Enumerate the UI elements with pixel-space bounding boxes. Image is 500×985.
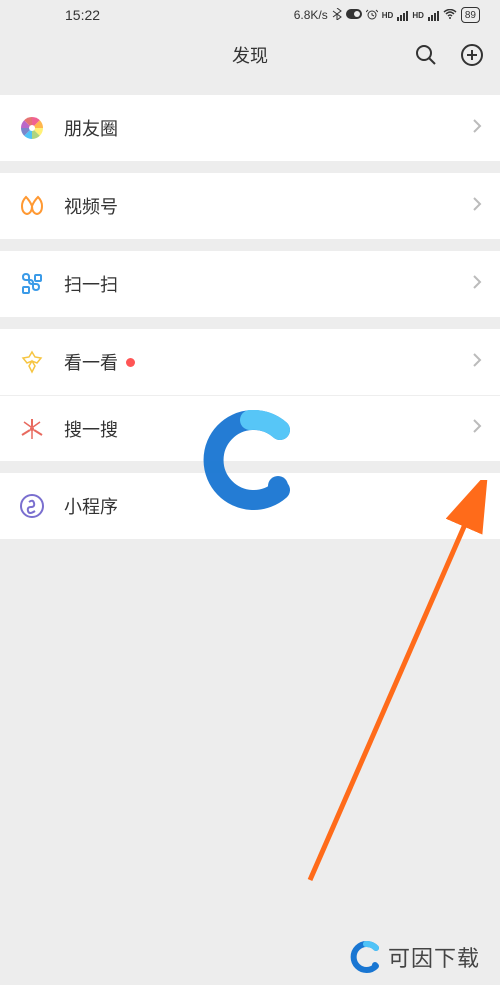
- watermark-logo: [200, 410, 300, 510]
- menu-item-moments[interactable]: 朋友圈: [0, 95, 500, 161]
- search-discover-icon: [18, 415, 46, 443]
- footer-text: 可因下载: [388, 941, 480, 973]
- menu-item-channels[interactable]: 视频号: [0, 173, 500, 239]
- menu-item-scan[interactable]: 扫一扫: [0, 251, 500, 317]
- hd-icon: HD: [382, 11, 394, 20]
- wifi-icon: [443, 8, 457, 22]
- chevron-right-icon: [472, 196, 482, 217]
- bluetooth-icon: [332, 8, 342, 23]
- status-indicators: 6.8K/s HD HD 89: [294, 7, 480, 23]
- menu-label: 扫一扫: [64, 271, 472, 297]
- chevron-right-icon: [472, 418, 482, 439]
- signal-icon-1: [397, 9, 408, 21]
- page-title: 发现: [232, 42, 268, 68]
- top-stories-icon: [18, 348, 46, 376]
- chevron-right-icon: [472, 352, 482, 373]
- network-speed: 6.8K/s: [294, 8, 328, 22]
- chevron-right-icon: [472, 274, 482, 295]
- footer-brand: 可因下载: [350, 941, 480, 973]
- hd-icon-2: HD: [412, 11, 424, 20]
- alarm-icon: [366, 8, 378, 23]
- status-time: 15:22: [65, 7, 100, 23]
- chevron-right-icon: [472, 118, 482, 139]
- moments-icon: [18, 114, 46, 142]
- signal-icon-2: [428, 9, 439, 21]
- footer-logo-icon: [350, 941, 382, 973]
- annotation-arrow: [280, 480, 500, 900]
- add-button[interactable]: [459, 42, 485, 68]
- vpn-icon: [346, 8, 362, 22]
- menu-label: 看一看: [64, 349, 472, 375]
- menu-label: 视频号: [64, 193, 472, 219]
- plus-circle-icon: [460, 43, 484, 67]
- search-button[interactable]: [413, 42, 439, 68]
- notification-dot: [126, 358, 135, 367]
- status-bar: 15:22 6.8K/s HD HD 89: [0, 0, 500, 30]
- menu-item-top-stories[interactable]: 看一看: [0, 329, 500, 395]
- mini-programs-icon: [18, 492, 46, 520]
- battery-icon: 89: [461, 7, 480, 23]
- menu-label: 朋友圈: [64, 115, 472, 141]
- search-icon: [414, 43, 438, 67]
- scan-icon: [18, 270, 46, 298]
- page-header: 发现: [0, 30, 500, 80]
- channels-icon: [18, 192, 46, 220]
- chevron-right-icon: [472, 496, 482, 517]
